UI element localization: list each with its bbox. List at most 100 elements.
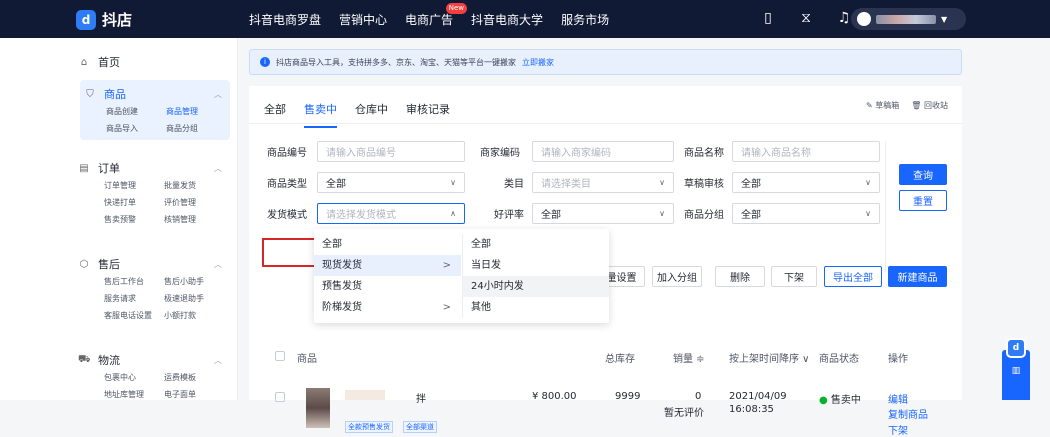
suboption-24h[interactable]: 24小时内发 (463, 276, 609, 297)
category-select[interactable]: 请选择类目 ∨ (532, 172, 674, 193)
group-select[interactable]: 全部 ∨ (732, 203, 880, 224)
option-spot-ship[interactable]: 现货发货 > (314, 255, 461, 276)
good-rate-select[interactable]: 全部 ∨ (532, 203, 674, 224)
off-shelf-link[interactable]: 下架 (888, 422, 908, 437)
category-label: 类目 (504, 179, 524, 190)
th-sales[interactable]: 销量 ≑ (673, 350, 705, 365)
sidebar-item-cs-phone[interactable]: 客服电话设置 (104, 310, 164, 321)
chevron-down-icon: ∨ (450, 178, 456, 187)
th-shelf-time[interactable]: 按上架时间降序 ∨ (729, 350, 810, 365)
sidebar-item-goods-create[interactable]: 商品创建 (106, 106, 166, 117)
sidebar-goods-title[interactable]: ⛉ 商品 ︿ (80, 84, 230, 104)
nav-marketing[interactable]: 营销中心 (339, 11, 387, 28)
suboption-other[interactable]: 其他 (463, 297, 609, 318)
sidebar-item-verify-manage[interactable]: 核销管理 (164, 214, 234, 225)
sidebar-item-freight-template[interactable]: 运费模板 (164, 372, 234, 383)
caret-down-icon: ▼ (941, 14, 948, 24)
goods-sales: 0 (695, 391, 702, 402)
suboption-same-day[interactable]: 当日发 (463, 255, 609, 276)
copy-goods-link[interactable]: 复制商品 (888, 406, 928, 421)
delete-button[interactable]: 删除 (715, 266, 765, 287)
sidebar-home[interactable]: ⌂ 首页 (78, 52, 230, 72)
sidebar-item-order-manage[interactable]: 订单管理 (104, 180, 164, 191)
sidebar-order-items: 订单管理 批量发货 快递打单 评价管理 售卖预警 核销管理 (78, 180, 230, 225)
nav-compass[interactable]: 抖音电商罗盘 (249, 11, 321, 28)
sidebar-order-title[interactable]: ▤ 订单 ︿ (78, 158, 230, 178)
chevron-up-icon: ︿ (214, 89, 222, 99)
floating-help-widget[interactable]: d ▥ (1002, 338, 1030, 400)
query-button[interactable]: 查询 (899, 164, 947, 185)
shirt-icon[interactable]: ⧖ (798, 9, 814, 27)
top-bar: d 抖店 抖音电商罗盘 营销中心 电商广告 New 抖音电商大学 服务市场 ▯ ⧖… (0, 0, 1050, 38)
ship-mode-select[interactable]: 请选择发货模式 ∧ (317, 203, 465, 224)
option-presale-ship[interactable]: 预售发货 (314, 276, 461, 297)
sidebar-item-batch-ship[interactable]: 批量发货 (164, 180, 234, 191)
recycle-bin-link[interactable]: 🗑 回收站 (911, 100, 948, 111)
sidebar-item-fast-refund[interactable]: 极速退助手 (164, 293, 234, 304)
export-all-button[interactable]: 导出全部 (824, 266, 882, 287)
sidebar-item-review-manage[interactable]: 评价管理 (164, 197, 234, 208)
sidebar-aftersale-title[interactable]: ⬡ 售后 ︿ (78, 254, 230, 274)
sidebar-order: ▤ 订单 ︿ 订单管理 批量发货 快递打单 评价管理 售卖预警 核销管理 (78, 158, 230, 225)
sidebar-item-small-payment[interactable]: 小额打款 (164, 310, 234, 321)
merchant-code-label: 商家编码 (480, 148, 520, 159)
draft-review-select[interactable]: 全部 ∨ (732, 172, 880, 193)
phone-icon[interactable]: ▯ (760, 9, 776, 27)
sidebar-item-sale-warning[interactable]: 售卖预警 (104, 214, 164, 225)
sidebar-item-e-waybill[interactable]: 电子面单 (164, 389, 234, 400)
option-all[interactable]: 全部 (314, 234, 461, 255)
row-checkbox[interactable] (275, 392, 285, 402)
new-goods-button[interactable]: 新建商品 (888, 266, 947, 287)
info-icon: i (260, 57, 270, 67)
sidebar-item-aftersale-workbench[interactable]: 售后工作台 (104, 276, 164, 287)
goods-code-label: 商品编号 (267, 148, 307, 159)
add-group-button[interactable]: 加入分组 (652, 266, 702, 287)
goods-name-input[interactable]: 请输入商品名称 (732, 141, 880, 162)
sidebar-item-service-request[interactable]: 服务请求 (104, 293, 164, 304)
logo[interactable]: d 抖店 (76, 9, 132, 30)
goods-thumbnail[interactable] (306, 388, 330, 428)
notice-text: 抖店商品导入工具，支持拼多多、京东、淘宝、天猫等平台一键搬家 (276, 57, 516, 67)
status-dot-icon: ● (819, 395, 831, 406)
sidebar-goods-label: 商品 (104, 88, 126, 101)
sidebar-logistics: ⛟ 物流 ︿ 包裹中心 运费模板 地址库管理 电子面单 (78, 350, 230, 400)
sidebar-item-goods-import[interactable]: 商品导入 (106, 123, 166, 134)
th-goods: 商品 (297, 354, 317, 365)
floating-menu-icon: ▥ (1011, 366, 1021, 376)
goods-code-input[interactable]: 请输入商品编号 (317, 141, 465, 162)
goods-title-blurred (345, 390, 385, 400)
chevron-down-icon: ∨ (659, 178, 665, 187)
sidebar-item-goods-group[interactable]: 商品分组 (166, 123, 236, 134)
sidebar-item-package-center[interactable]: 包裹中心 (104, 372, 164, 383)
off-shelf-button[interactable]: 下架 (771, 266, 817, 287)
nav-ads-label: 电商广告 (405, 13, 454, 27)
goods-status: ● 售卖中 (819, 391, 861, 406)
goods-type-select[interactable]: 全部 ∨ (317, 172, 465, 193)
reset-button[interactable]: 重置 (899, 190, 947, 211)
select-all-checkbox[interactable] (275, 351, 285, 361)
main-content: i 抖店商品导入工具，支持拼多多、京东、淘宝、天猫等平台一键搬家 立即搬家 全部… (249, 49, 962, 437)
sidebar-item-goods-manage[interactable]: 商品管理 (166, 106, 236, 117)
document-icon: ▤ (79, 162, 89, 174)
option-step-ship[interactable]: 阶梯发货 > (314, 297, 461, 318)
sidebar-aftersale-items: 售后工作台 售后小助手 服务请求 极速退助手 客服电话设置 小额打款 (78, 276, 230, 321)
sidebar-item-aftersale-assistant[interactable]: 售后小助手 (164, 276, 234, 287)
th-operations: 操作 (888, 354, 908, 365)
dropdown-col-1: 全部 现货发货 > 预售发货 阶梯发货 > (314, 234, 461, 318)
avatar (857, 12, 871, 26)
draft-box-link[interactable]: ✎ 草稿箱 (866, 100, 899, 111)
edit-link[interactable]: 编辑 (888, 391, 908, 406)
bell-icon[interactable]: ♫ (836, 9, 852, 27)
user-menu[interactable]: ▼ (851, 8, 966, 30)
merchant-code-input[interactable]: 请输入商家编码 (532, 141, 674, 162)
sidebar-item-express-print[interactable]: 快递打单 (104, 197, 164, 208)
nav-ads[interactable]: 电商广告 New (405, 3, 468, 28)
suboption-all[interactable]: 全部 (463, 234, 609, 255)
nav-service-market[interactable]: 服务市场 (561, 11, 609, 28)
sidebar-logistics-title[interactable]: ⛟ 物流 ︿ (78, 350, 230, 370)
goods-price: ¥ 800.00 (532, 391, 577, 402)
nav-university[interactable]: 抖音电商大学 (471, 11, 543, 28)
notice-link[interactable]: 立即搬家 (522, 57, 554, 68)
sidebar-order-label: 订单 (98, 162, 120, 175)
sidebar-item-address-library[interactable]: 地址库管理 (104, 389, 164, 400)
